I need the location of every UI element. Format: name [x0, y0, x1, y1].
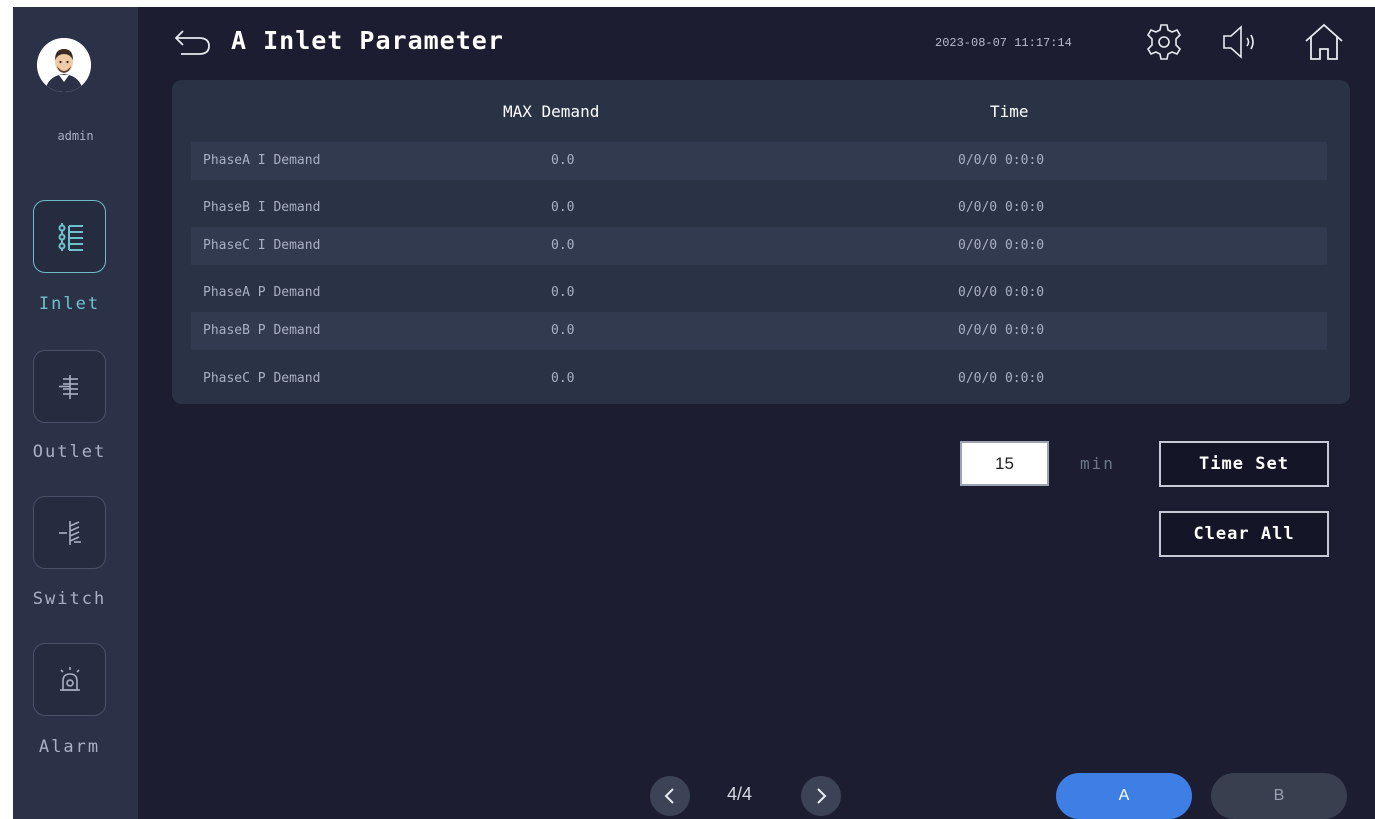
row-label: PhaseB P Demand — [203, 323, 321, 338]
prev-page-button[interactable] — [650, 776, 690, 816]
row-label: PhaseB I Demand — [203, 200, 321, 215]
row-label: PhaseC I Demand — [203, 238, 321, 253]
max-demand-value: 0.0 — [551, 285, 575, 300]
interval-input[interactable]: 15 — [960, 441, 1049, 486]
row-label: PhaseA I Demand — [203, 153, 321, 168]
screen-frame-top — [0, 0, 1375, 7]
nav-label-inlet[interactable]: Inlet — [13, 294, 126, 314]
alarm-nav-button[interactable] — [33, 643, 106, 716]
speaker-icon — [1223, 25, 1254, 59]
datetime-display: 2023-08-07 11:17:14 — [935, 36, 1072, 50]
table-row: PhaseC P Demand 0.0 0/0/0 0:0:0 — [191, 360, 1327, 398]
outlet-icon — [58, 374, 78, 399]
time-value: 0/0/0 0:0:0 — [958, 371, 1045, 386]
back-button[interactable] — [173, 27, 213, 57]
page-title: A Inlet Parameter — [231, 26, 504, 55]
max-demand-value: 0.0 — [551, 238, 575, 253]
home-icon — [1305, 23, 1343, 60]
username-label: admin — [57, 129, 94, 143]
table-row: PhaseA P Demand 0.0 0/0/0 0:0:0 — [191, 274, 1327, 312]
interval-unit-label: min — [1080, 454, 1115, 473]
time-value: 0/0/0 0:0:0 — [958, 200, 1045, 215]
outlet-nav-button[interactable] — [33, 350, 106, 423]
screen-frame-left — [0, 0, 13, 819]
nav-label-alarm[interactable]: Alarm — [13, 737, 126, 757]
column-header-max-demand: MAX Demand — [503, 102, 600, 121]
time-set-button[interactable]: Time Set — [1159, 441, 1329, 487]
table-row: PhaseC I Demand 0.0 0/0/0 0:0:0 — [191, 227, 1327, 265]
time-value: 0/0/0 0:0:0 — [958, 323, 1045, 338]
table-row: PhaseA I Demand 0.0 0/0/0 0:0:0 — [191, 142, 1327, 180]
nav-label-switch[interactable]: Switch — [13, 589, 126, 609]
max-demand-value: 0.0 — [551, 153, 575, 168]
time-value: 0/0/0 0:0:0 — [958, 285, 1045, 300]
home-button[interactable] — [1302, 22, 1346, 62]
next-page-button[interactable] — [801, 776, 841, 816]
chevron-right-icon — [817, 788, 827, 804]
back-arrow-icon — [174, 30, 210, 55]
table-row: PhaseB I Demand 0.0 0/0/0 0:0:0 — [191, 189, 1327, 227]
inlet-nav-button[interactable] — [33, 200, 106, 273]
switch-nav-button[interactable] — [33, 496, 106, 569]
max-demand-value: 0.0 — [551, 200, 575, 215]
switch-icon — [58, 520, 81, 545]
row-label: PhaseA P Demand — [203, 285, 321, 300]
table-row: PhaseB P Demand 0.0 0/0/0 0:0:0 — [191, 312, 1327, 350]
time-value: 0/0/0 0:0:0 — [958, 153, 1045, 168]
settings-button[interactable] — [1142, 22, 1186, 62]
page-indicator: 4/4 — [727, 784, 753, 804]
row-label: PhaseC P Demand — [203, 371, 321, 386]
user-avatar-icon — [37, 38, 91, 92]
settings-gear-icon — [1146, 24, 1182, 60]
tab-a[interactable]: A — [1056, 773, 1192, 819]
clear-all-button[interactable]: Clear All — [1159, 511, 1329, 557]
tab-b[interactable]: B — [1211, 773, 1347, 819]
alarm-icon — [59, 666, 80, 691]
sound-button[interactable] — [1218, 22, 1262, 62]
sidebar: admin Inlet Outlet Switch Alarm — [13, 7, 138, 819]
max-demand-value: 0.0 — [551, 323, 575, 338]
user-avatar[interactable] — [37, 38, 91, 92]
chevron-left-icon — [664, 788, 674, 804]
column-header-time: Time — [990, 102, 1029, 121]
nav-label-outlet[interactable]: Outlet — [13, 442, 126, 462]
inlet-icon — [58, 222, 83, 251]
demand-table: MAX Demand Time PhaseA I Demand 0.0 0/0/… — [172, 80, 1350, 404]
time-value: 0/0/0 0:0:0 — [958, 238, 1045, 253]
max-demand-value: 0.0 — [551, 371, 575, 386]
